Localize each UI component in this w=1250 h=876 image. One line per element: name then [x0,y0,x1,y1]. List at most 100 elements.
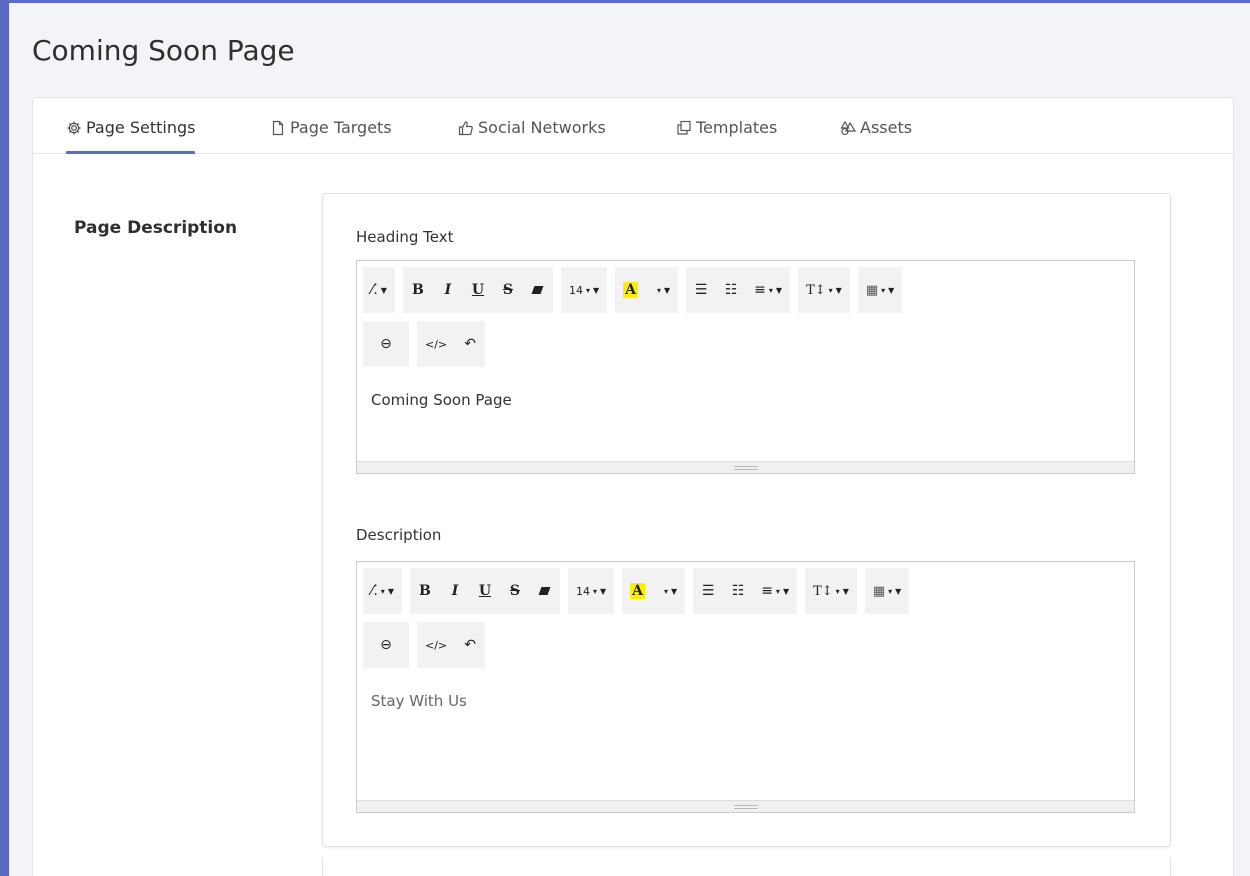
code-view-button[interactable]: </> [417,622,455,668]
heading-text-content[interactable]: Coming Soon Page [371,391,512,409]
chevron-down-icon: ▼ [888,285,895,295]
chevron-down-icon: ▾ [592,586,597,596]
gear-icon [67,121,81,135]
eraser-icon [539,587,551,595]
strikethrough-button[interactable]: S [500,568,530,614]
table-icon: ▦ [872,583,886,599]
tab-social-networks[interactable]: Social Networks [458,112,606,154]
align-icon: ≡ [761,583,773,599]
paragraph-group: ☰ ☷ ≡ ▾ ▼ [693,568,798,614]
color-letter: A [623,282,638,298]
chevron-down-icon: ▾ [835,586,840,596]
eraser-icon [531,286,544,294]
tab-templates[interactable]: Templates [676,112,777,154]
chevron-down-icon: ▼ [775,285,783,295]
magic-wand-icon: ⁄⁚ [371,282,378,298]
chevron-down-icon: ▾ [657,285,662,295]
settings-card: Page Settings Page Targets Social Networ… [32,97,1234,876]
line-height-dropdown[interactable]: T↕ ▾ ▼ [805,568,857,614]
paragraph-group: ☰ ☷ ≡ ▾ ▼ [686,267,791,313]
underline-button[interactable]: U [470,568,500,614]
chevron-down-icon: ▼ [895,586,902,596]
link-button[interactable]: ⊖ [363,321,409,367]
grip-icon [733,466,758,470]
editor-resize-handle[interactable] [357,461,1134,473]
eraser-button[interactable] [530,568,560,614]
editor-toolbar-row: ⁄⁚ ▼ B I U S 14 ▾ ▼ A ▾ ▼ ☰ ☷ ≡ ▾ ▼ T↕ ▾… [363,267,903,313]
italic-button[interactable]: I [440,568,470,614]
line-height-group: T↕ ▾ ▼ [805,568,857,614]
table-dropdown[interactable]: ▦ ▾ ▼ [865,568,909,614]
undo-button[interactable]: ↶ [455,321,485,367]
unordered-list-button[interactable]: ☰ [686,267,716,313]
tab-page-settings[interactable]: Page Settings [66,112,196,154]
tab-bar: Page Settings Page Targets Social Networ… [33,98,1233,154]
color-group: A ▾ ▼ [622,568,686,614]
bold-button[interactable]: B [410,568,440,614]
chevron-down-icon: ▼ [380,285,387,295]
link-icon: ⊖ [380,637,392,653]
tab-label: Social Networks [478,118,606,137]
chevron-down-icon: ▼ [387,586,394,596]
chevron-down-icon: ▼ [842,586,849,596]
magic-style-button[interactable]: ⁄⁚ ▾ ▼ [363,568,402,614]
shapes-icon [840,120,856,136]
undo-icon: ↶ [464,637,476,653]
underline-button[interactable]: U [463,267,493,313]
line-height-group: T↕ ▾ ▼ [798,267,850,313]
color-dropdown[interactable]: ▾ ▼ [646,267,678,313]
color-dropdown[interactable]: ▾ ▼ [653,568,685,614]
editor-toolbar-row-2: ⊖ </> ↶ [363,321,486,367]
magic-style-button[interactable]: ⁄⁚ ▼ [363,267,395,313]
chevron-down-icon: ▾ [881,285,886,295]
chevron-down-icon: ▼ [835,285,842,295]
numbered-list-icon: ☷ [731,583,745,599]
italic-button[interactable]: I [433,267,463,313]
paragraph-align-dropdown[interactable]: ≡ ▾ ▼ [753,568,797,614]
next-section-card [322,858,1171,876]
ordered-list-button[interactable]: ☷ [723,568,753,614]
line-height-dropdown[interactable]: T↕ ▾ ▼ [798,267,850,313]
table-icon: ▦ [865,282,879,298]
description-form: Heading Text ⁄⁚ ▼ B I U S 14 ▾ ▼ A ▾ ▼ ☰… [322,193,1171,847]
tab-assets[interactable]: Assets [840,112,912,154]
strikethrough-button[interactable]: S [493,267,523,313]
font-style-group: B I U S [409,568,560,614]
font-size-dropdown[interactable]: 14 ▾ ▼ [561,267,607,313]
font-size-dropdown[interactable]: 14 ▾ ▼ [568,568,614,614]
eraser-button[interactable] [523,267,553,313]
color-group: A ▾ ▼ [615,267,679,313]
link-icon: ⊖ [380,336,392,352]
chevron-down-icon: ▼ [664,285,671,295]
heading-text-label: Heading Text [356,228,454,246]
code-view-button[interactable]: </> [417,321,455,367]
description-placeholder[interactable]: Stay With Us [371,692,467,710]
chevron-down-icon: ▾ [664,586,669,596]
ordered-list-button[interactable]: ☷ [716,267,746,313]
window-top-border [0,0,1250,3]
editor-resize-handle[interactable] [357,800,1134,812]
editor-toolbar-row-2: ⊖ </> ↶ [363,622,486,668]
link-button[interactable]: ⊖ [363,622,409,668]
thumbs-up-icon [458,121,473,136]
paragraph-align-dropdown[interactable]: ≡ ▾ ▼ [746,267,790,313]
bold-button[interactable]: B [403,267,433,313]
line-height-icon: T↕ [813,583,833,599]
table-dropdown[interactable]: ▦ ▾ ▼ [858,267,902,313]
editor-toolbar-row: ⁄⁚ ▾ ▼ B I U S 14 ▾ ▼ A ▾ ▼ ☰ ☷ ≡ ▾ ▼ T↕… [363,568,910,614]
chevron-down-icon: ▾ [380,586,385,596]
text-color-button[interactable]: A [615,267,646,313]
chevron-down-icon: ▾ [768,285,773,295]
bullet-list-icon: ☰ [701,583,715,599]
text-color-button[interactable]: A [622,568,653,614]
window-left-border [0,0,9,876]
undo-button[interactable]: ↶ [455,622,485,668]
chevron-down-icon: ▾ [888,586,893,596]
tab-page-targets[interactable]: Page Targets [270,112,392,154]
magic-wand-icon: ⁄⁚ [371,583,378,599]
tab-label: Page Targets [290,118,392,137]
style-group: ⁄⁚ ▾ ▼ [363,568,402,614]
chevron-down-icon: ▼ [671,586,678,596]
table-group: ▦ ▾ ▼ [857,267,903,313]
unordered-list-button[interactable]: ☰ [693,568,723,614]
